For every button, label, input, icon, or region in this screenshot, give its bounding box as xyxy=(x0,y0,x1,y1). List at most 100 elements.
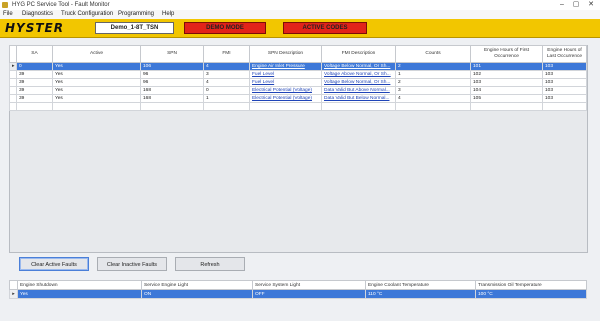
row-marker xyxy=(9,70,17,79)
col-spn-header[interactable]: SPN xyxy=(140,45,204,63)
cell-active xyxy=(52,102,141,111)
menu-help[interactable]: Help xyxy=(162,10,174,19)
engine-status-header: Engine Shutdown Service Engine Light Ser… xyxy=(9,280,587,290)
engine-status-row[interactable]: ▸ Yes ON OFF 110 °C 100 °C xyxy=(9,289,587,299)
cell-first-occurrence: 105 xyxy=(470,94,543,103)
cell-fmi-description-link[interactable]: Voltage Above Normal, Or Sh... xyxy=(321,70,396,79)
minimize-button[interactable]: – xyxy=(555,0,569,10)
cell-spn-description-link[interactable]: Electrical Potential (Voltage) xyxy=(249,94,322,103)
close-button[interactable]: ✕ xyxy=(584,0,598,10)
menu-truck-configuration[interactable]: Truck Configuration xyxy=(61,10,113,19)
row-marker xyxy=(9,78,17,87)
table-row[interactable]: 39 Yes 168 0 Electrical Potential (Volta… xyxy=(9,86,587,95)
cell-spn: 96 xyxy=(140,70,204,79)
row-marker xyxy=(9,94,17,103)
cell-last-occurrence: 103 xyxy=(542,94,587,103)
cell-counts: 4 xyxy=(395,94,471,103)
engine-status-table: Engine Shutdown Service Engine Light Ser… xyxy=(9,280,587,299)
cell-counts: 2 xyxy=(395,62,471,71)
cell-first-occurrence: 104 xyxy=(470,86,543,95)
cell-fmi-description-link[interactable]: Voltage Below Normal, Or Sh... xyxy=(321,78,396,87)
cell-fmi: 1 xyxy=(203,94,250,103)
cell-first-occurrence: 101 xyxy=(470,62,543,71)
cell-fmi-description xyxy=(321,102,396,111)
col-engine-shutdown-header: Engine Shutdown xyxy=(17,280,142,290)
cell-sa xyxy=(16,102,53,111)
cell-fmi-description-link[interactable]: Data Valid But Above Normal... xyxy=(321,86,396,95)
cell-counts: 1 xyxy=(395,70,471,79)
cell-active: Yes xyxy=(52,86,141,95)
cell-active: Yes xyxy=(52,78,141,87)
row-marker xyxy=(9,102,17,111)
demo-mode-badge: DEMO MODE xyxy=(184,22,266,34)
cell-transmission-oil-temp: 100 °C xyxy=(475,289,587,299)
cell-spn: 106 xyxy=(140,62,204,71)
cell-fmi-description-link[interactable]: Voltage Below Normal, Or Sh... xyxy=(321,62,396,71)
cell-spn-description-link[interactable]: Fuel Level xyxy=(249,78,322,87)
cell-first-occurrence: 102 xyxy=(470,70,543,79)
col-spn-description-header[interactable]: SPN Description xyxy=(249,45,322,63)
cell-spn-description-link[interactable]: Electrical Potential (Voltage) xyxy=(249,86,322,95)
hyster-logo: HYSTER xyxy=(5,21,64,35)
cell-fmi-description-link[interactable]: Data Valid But Below Normal... xyxy=(321,94,396,103)
cell-service-system-light: OFF xyxy=(252,289,366,299)
fault-table: SA Active SPN FMI SPN Description FMI De… xyxy=(9,45,587,111)
cell-active: Yes xyxy=(52,70,141,79)
maximize-button[interactable]: ▢ xyxy=(569,0,583,10)
col-fmi-header[interactable]: FMI xyxy=(203,45,250,63)
menu-file[interactable]: File xyxy=(3,10,13,19)
cell-fmi: 0 xyxy=(203,86,250,95)
cell-sa: 39 xyxy=(16,78,53,87)
row-marker-header xyxy=(9,45,17,63)
cell-fmi: 4 xyxy=(203,62,250,71)
cell-sa: 0 xyxy=(16,62,53,71)
cell-spn xyxy=(140,102,204,111)
menu-bar: File Diagnostics Truck Configuration Pro… xyxy=(0,10,600,19)
col-active-header[interactable]: Active xyxy=(52,45,141,63)
row-marker xyxy=(9,86,17,95)
cell-last-occurrence: 103 xyxy=(542,70,587,79)
col-last-occurrence-header[interactable]: Engine Hours of Last Occurrence xyxy=(542,45,587,63)
col-counts-header[interactable]: Counts xyxy=(395,45,471,63)
clear-inactive-faults-button[interactable]: Clear Inactive Faults xyxy=(97,257,167,271)
window-title: HYG PC Service Tool - Fault Monitor xyxy=(12,2,110,8)
cell-spn-description-link[interactable]: Fuel Level xyxy=(249,70,322,79)
cell-counts: 2 xyxy=(395,78,471,87)
cell-sa: 39 xyxy=(16,70,53,79)
cell-last-occurrence: 103 xyxy=(542,62,587,71)
refresh-button[interactable]: Refresh xyxy=(175,257,245,271)
cell-fmi: 3 xyxy=(203,70,250,79)
cell-engine-coolant-temp: 110 °C xyxy=(365,289,476,299)
col-sa-header[interactable]: SA xyxy=(16,45,53,63)
table-row[interactable]: 39 Yes 96 3 Fuel Level Voltage Above Nor… xyxy=(9,70,587,79)
cell-spn-description-link[interactable]: Engine Air Inlet Pressure xyxy=(249,62,322,71)
col-service-engine-light-header: Service Engine Light xyxy=(141,280,253,290)
cell-active: Yes xyxy=(52,94,141,103)
cell-last-occurrence xyxy=(542,102,587,111)
cell-counts xyxy=(395,102,471,111)
cell-last-occurrence: 103 xyxy=(542,78,587,87)
truck-name-field: Demo_1-8T_TSN xyxy=(95,22,174,34)
clear-active-faults-button[interactable]: Clear Active Faults xyxy=(19,257,89,271)
cell-fmi: 4 xyxy=(203,78,250,87)
col-engine-coolant-temp-header: Engine Coolant Temperature xyxy=(365,280,476,290)
col-first-occurrence-header[interactable]: Engine Hours of First Occurrence xyxy=(470,45,543,63)
cell-sa: 39 xyxy=(16,86,53,95)
menu-programming[interactable]: Programming xyxy=(118,10,154,19)
cell-spn: 168 xyxy=(140,86,204,95)
cell-engine-shutdown: Yes xyxy=(17,289,142,299)
app-icon xyxy=(2,2,8,8)
row-marker: ▸ xyxy=(9,289,18,299)
menu-diagnostics[interactable]: Diagnostics xyxy=(22,10,53,19)
col-transmission-oil-temp-header: Transmission Oil Temperature xyxy=(475,280,587,290)
col-fmi-description-header[interactable]: FMI Description xyxy=(321,45,396,63)
cell-spn-description xyxy=(249,102,322,111)
table-row[interactable]: ▸ 0 Yes 106 4 Engine Air Inlet Pressure … xyxy=(9,62,587,71)
row-marker: ▸ xyxy=(9,62,17,71)
table-row-empty[interactable] xyxy=(9,102,587,111)
fault-table-header: SA Active SPN FMI SPN Description FMI De… xyxy=(9,45,587,63)
table-row[interactable]: 39 Yes 168 1 Electrical Potential (Volta… xyxy=(9,94,587,103)
table-row[interactable]: 39 Yes 96 4 Fuel Level Voltage Below Nor… xyxy=(9,78,587,87)
active-codes-badge: ACTIVE CODES xyxy=(283,22,367,34)
cell-sa: 39 xyxy=(16,94,53,103)
